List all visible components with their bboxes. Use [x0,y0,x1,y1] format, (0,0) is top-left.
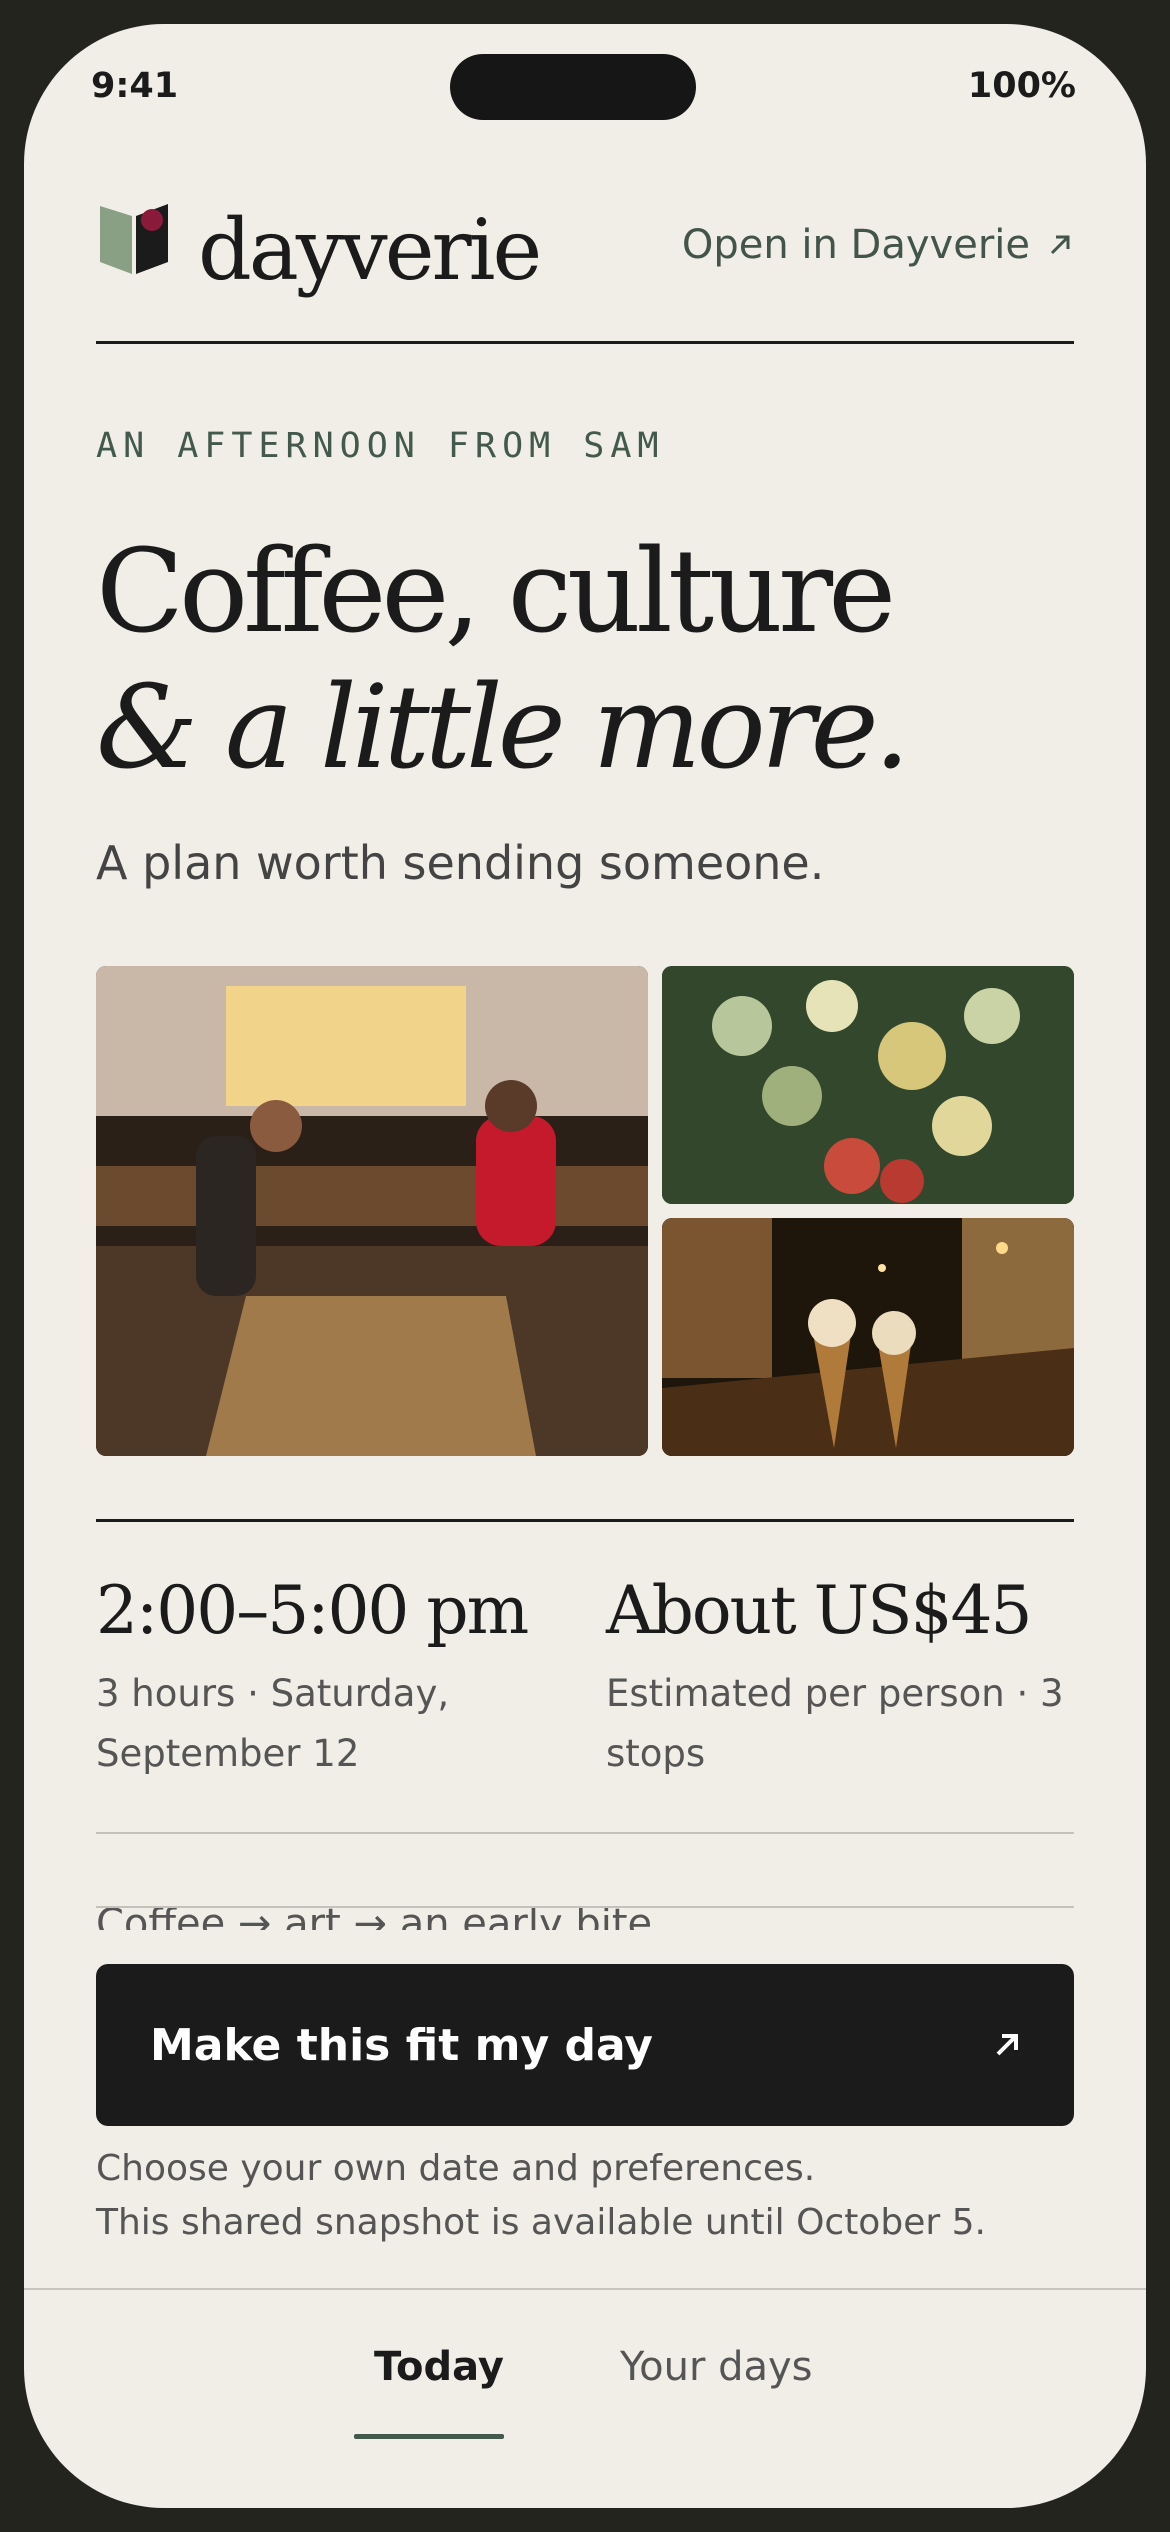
price-estimate: About US$45 [606,1572,1032,1649]
tab-bar-divider [24,2288,1146,2290]
page-title: Coffee, culture & a little more. [96,524,910,796]
brand-name: dayverie [198,201,542,299]
headline-line-1: Coffee, culture [96,525,896,659]
note-line-2: This shared snapshot is available until … [96,2202,986,2243]
route-divider [96,1906,1074,1908]
phone-screen: 9:41 100% dayverie Open in Dayverie AN A… [24,24,1146,2508]
status-battery: 100% [967,66,1076,106]
book-logo-icon [100,204,168,274]
price-detail: Estimated per person · 3 stops [606,1672,1064,1775]
tab-your-days[interactable]: Your days [620,2344,813,2390]
status-time: 9:41 [91,66,179,106]
headline-line-2: & a little more. [96,661,910,795]
details-divider [96,1519,1074,1522]
flowers-painting-photo [662,966,1074,1204]
make-fit-label: Make this fit my day [150,2019,653,2071]
cafe-photo [96,966,648,1456]
time-detail: 3 hours · Saturday, September 12 [96,1672,450,1775]
make-fit-button[interactable]: Make this fit my day [96,1964,1074,2126]
arrow-up-right-icon [1050,235,1070,255]
subheadline: A plan worth sending someone. [96,836,825,890]
time-range: 2:00–5:00 pm [96,1572,529,1649]
details-bottom-divider [96,1832,1074,1834]
eyebrow-label: AN AFTERNOON FROM SAM [96,426,665,466]
open-in-app-label: Open in Dayverie [681,222,1030,268]
tab-today[interactable]: Today [374,2344,504,2390]
note-line-1: Choose your own date and preferences. [96,2148,816,2189]
active-tab-indicator [354,2434,504,2439]
snapshot-note: Choose your own date and preferences. Th… [96,2142,986,2250]
arrow-up-right-icon [996,2034,1018,2056]
ice-cream-street-photo [662,1218,1074,1456]
header-divider [96,341,1074,344]
open-in-app-link[interactable]: Open in Dayverie [682,222,1074,268]
dynamic-island [450,54,696,120]
